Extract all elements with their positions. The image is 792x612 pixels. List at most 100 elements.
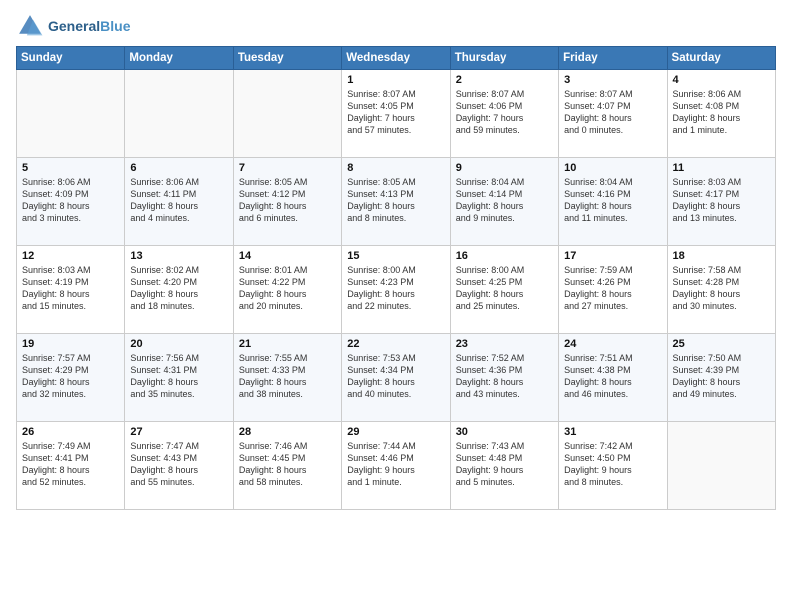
day-info: Sunrise: 7:55 AM Sunset: 4:33 PM Dayligh… xyxy=(239,352,336,401)
day-number: 28 xyxy=(239,426,336,438)
day-number: 11 xyxy=(673,162,770,174)
day-number: 7 xyxy=(239,162,336,174)
week-row-4: 19 Sunrise: 7:57 AM Sunset: 4:29 PM Dayli… xyxy=(17,334,776,422)
day-number: 31 xyxy=(564,426,661,438)
page: GeneralBlue SundayMondayTuesdayWednesday… xyxy=(0,0,792,612)
day-cell-26: 26 Sunrise: 7:49 AM Sunset: 4:41 PM Dayli… xyxy=(17,422,125,510)
empty-cell xyxy=(667,422,775,510)
day-cell-24: 24Sunrise: 7:51 AM Sunset: 4:38 PM Dayli… xyxy=(559,334,667,422)
day-cell-6: 6 Sunrise: 8:06 AM Sunset: 4:11 PM Daylig… xyxy=(125,158,233,246)
day-number: 4 xyxy=(673,74,770,86)
day-number: 21 xyxy=(239,338,336,350)
day-cell-18: 18Sunrise: 7:58 AM Sunset: 4:28 PM Dayli… xyxy=(667,246,775,334)
day-info: Sunrise: 7:56 AM Sunset: 4:31 PM Dayligh… xyxy=(130,352,227,401)
day-number: 19 xyxy=(22,338,119,350)
day-number: 8 xyxy=(347,162,444,174)
day-info: Sunrise: 8:06 AM Sunset: 4:09 PM Dayligh… xyxy=(22,176,119,225)
day-info: Sunrise: 8:02 AM Sunset: 4:20 PM Dayligh… xyxy=(130,264,227,313)
day-cell-2: 2Sunrise: 8:07 AM Sunset: 4:06 PM Daylig… xyxy=(450,70,558,158)
day-header-tuesday: Tuesday xyxy=(233,47,341,70)
logo: GeneralBlue xyxy=(16,12,130,40)
day-cell-13: 13 Sunrise: 8:02 AM Sunset: 4:20 PM Dayli… xyxy=(125,246,233,334)
header-row: SundayMondayTuesdayWednesdayThursdayFrid… xyxy=(17,47,776,70)
week-row-5: 26 Sunrise: 7:49 AM Sunset: 4:41 PM Dayli… xyxy=(17,422,776,510)
week-row-1: 1Sunrise: 8:07 AM Sunset: 4:05 PM Daylig… xyxy=(17,70,776,158)
day-number: 23 xyxy=(456,338,553,350)
day-number: 26 xyxy=(22,426,119,438)
day-cell-25: 25 Sunrise: 7:50 AM Sunset: 4:39 PM Dayli… xyxy=(667,334,775,422)
day-info: Sunrise: 7:50 AM Sunset: 4:39 PM Dayligh… xyxy=(673,352,770,401)
day-cell-5: 5 Sunrise: 8:06 AM Sunset: 4:09 PM Daylig… xyxy=(17,158,125,246)
day-cell-1: 1Sunrise: 8:07 AM Sunset: 4:05 PM Daylig… xyxy=(342,70,450,158)
day-info: Sunrise: 8:06 AM Sunset: 4:08 PM Dayligh… xyxy=(673,88,770,137)
day-header-wednesday: Wednesday xyxy=(342,47,450,70)
day-number: 12 xyxy=(22,250,119,262)
day-info: Sunrise: 7:59 AM Sunset: 4:26 PM Dayligh… xyxy=(564,264,661,313)
day-number: 1 xyxy=(347,74,444,86)
day-cell-28: 28 Sunrise: 7:46 AM Sunset: 4:45 PM Dayli… xyxy=(233,422,341,510)
day-number: 13 xyxy=(130,250,227,262)
empty-cell xyxy=(125,70,233,158)
calendar-table: SundayMondayTuesdayWednesdayThursdayFrid… xyxy=(16,46,776,510)
day-cell-9: 9 Sunrise: 8:04 AM Sunset: 4:14 PM Daylig… xyxy=(450,158,558,246)
day-cell-30: 30Sunrise: 7:43 AM Sunset: 4:48 PM Dayli… xyxy=(450,422,558,510)
day-cell-29: 29 Sunrise: 7:44 AM Sunset: 4:46 PM Dayli… xyxy=(342,422,450,510)
day-number: 9 xyxy=(456,162,553,174)
day-cell-14: 14Sunrise: 8:01 AM Sunset: 4:22 PM Dayli… xyxy=(233,246,341,334)
empty-cell xyxy=(17,70,125,158)
day-cell-19: 19 Sunrise: 7:57 AM Sunset: 4:29 PM Dayli… xyxy=(17,334,125,422)
day-cell-20: 20 Sunrise: 7:56 AM Sunset: 4:31 PM Dayli… xyxy=(125,334,233,422)
day-number: 18 xyxy=(673,250,770,262)
day-info: Sunrise: 8:00 AM Sunset: 4:23 PM Dayligh… xyxy=(347,264,444,313)
day-number: 3 xyxy=(564,74,661,86)
day-info: Sunrise: 8:06 AM Sunset: 4:11 PM Dayligh… xyxy=(130,176,227,225)
day-number: 27 xyxy=(130,426,227,438)
day-number: 14 xyxy=(239,250,336,262)
day-info: Sunrise: 7:53 AM Sunset: 4:34 PM Dayligh… xyxy=(347,352,444,401)
empty-cell xyxy=(233,70,341,158)
day-cell-21: 21 Sunrise: 7:55 AM Sunset: 4:33 PM Dayli… xyxy=(233,334,341,422)
day-number: 20 xyxy=(130,338,227,350)
logo-text: GeneralBlue xyxy=(48,18,130,34)
day-info: Sunrise: 8:07 AM Sunset: 4:07 PM Dayligh… xyxy=(564,88,661,137)
day-number: 5 xyxy=(22,162,119,174)
day-header-thursday: Thursday xyxy=(450,47,558,70)
day-info: Sunrise: 7:46 AM Sunset: 4:45 PM Dayligh… xyxy=(239,440,336,489)
day-info: Sunrise: 7:51 AM Sunset: 4:38 PM Dayligh… xyxy=(564,352,661,401)
day-number: 22 xyxy=(347,338,444,350)
day-info: Sunrise: 7:52 AM Sunset: 4:36 PM Dayligh… xyxy=(456,352,553,401)
day-info: Sunrise: 7:49 AM Sunset: 4:41 PM Dayligh… xyxy=(22,440,119,489)
day-info: Sunrise: 8:03 AM Sunset: 4:17 PM Dayligh… xyxy=(673,176,770,225)
day-cell-15: 15 Sunrise: 8:00 AM Sunset: 4:23 PM Dayli… xyxy=(342,246,450,334)
day-info: Sunrise: 7:44 AM Sunset: 4:46 PM Dayligh… xyxy=(347,440,444,489)
day-number: 16 xyxy=(456,250,553,262)
day-cell-16: 16 Sunrise: 8:00 AM Sunset: 4:25 PM Dayli… xyxy=(450,246,558,334)
day-number: 29 xyxy=(347,426,444,438)
day-number: 6 xyxy=(130,162,227,174)
day-cell-8: 8 Sunrise: 8:05 AM Sunset: 4:13 PM Daylig… xyxy=(342,158,450,246)
day-number: 30 xyxy=(456,426,553,438)
day-info: Sunrise: 7:57 AM Sunset: 4:29 PM Dayligh… xyxy=(22,352,119,401)
day-info: Sunrise: 8:03 AM Sunset: 4:19 PM Dayligh… xyxy=(22,264,119,313)
day-header-friday: Friday xyxy=(559,47,667,70)
day-info: Sunrise: 8:04 AM Sunset: 4:14 PM Dayligh… xyxy=(456,176,553,225)
day-number: 15 xyxy=(347,250,444,262)
day-number: 17 xyxy=(564,250,661,262)
day-info: Sunrise: 8:05 AM Sunset: 4:13 PM Dayligh… xyxy=(347,176,444,225)
day-cell-4: 4 Sunrise: 8:06 AM Sunset: 4:08 PM Daylig… xyxy=(667,70,775,158)
day-cell-27: 27 Sunrise: 7:47 AM Sunset: 4:43 PM Dayli… xyxy=(125,422,233,510)
day-cell-17: 17 Sunrise: 7:59 AM Sunset: 4:26 PM Dayli… xyxy=(559,246,667,334)
day-cell-7: 7 Sunrise: 8:05 AM Sunset: 4:12 PM Daylig… xyxy=(233,158,341,246)
day-number: 25 xyxy=(673,338,770,350)
day-info: Sunrise: 7:47 AM Sunset: 4:43 PM Dayligh… xyxy=(130,440,227,489)
logo-icon xyxy=(16,12,44,40)
day-info: Sunrise: 8:05 AM Sunset: 4:12 PM Dayligh… xyxy=(239,176,336,225)
day-info: Sunrise: 8:00 AM Sunset: 4:25 PM Dayligh… xyxy=(456,264,553,313)
day-cell-22: 22 Sunrise: 7:53 AM Sunset: 4:34 PM Dayli… xyxy=(342,334,450,422)
day-cell-12: 12 Sunrise: 8:03 AM Sunset: 4:19 PM Dayli… xyxy=(17,246,125,334)
week-row-3: 12 Sunrise: 8:03 AM Sunset: 4:19 PM Dayli… xyxy=(17,246,776,334)
day-cell-11: 11 Sunrise: 8:03 AM Sunset: 4:17 PM Dayli… xyxy=(667,158,775,246)
week-row-2: 5 Sunrise: 8:06 AM Sunset: 4:09 PM Daylig… xyxy=(17,158,776,246)
day-header-monday: Monday xyxy=(125,47,233,70)
day-info: Sunrise: 8:07 AM Sunset: 4:06 PM Dayligh… xyxy=(456,88,553,137)
